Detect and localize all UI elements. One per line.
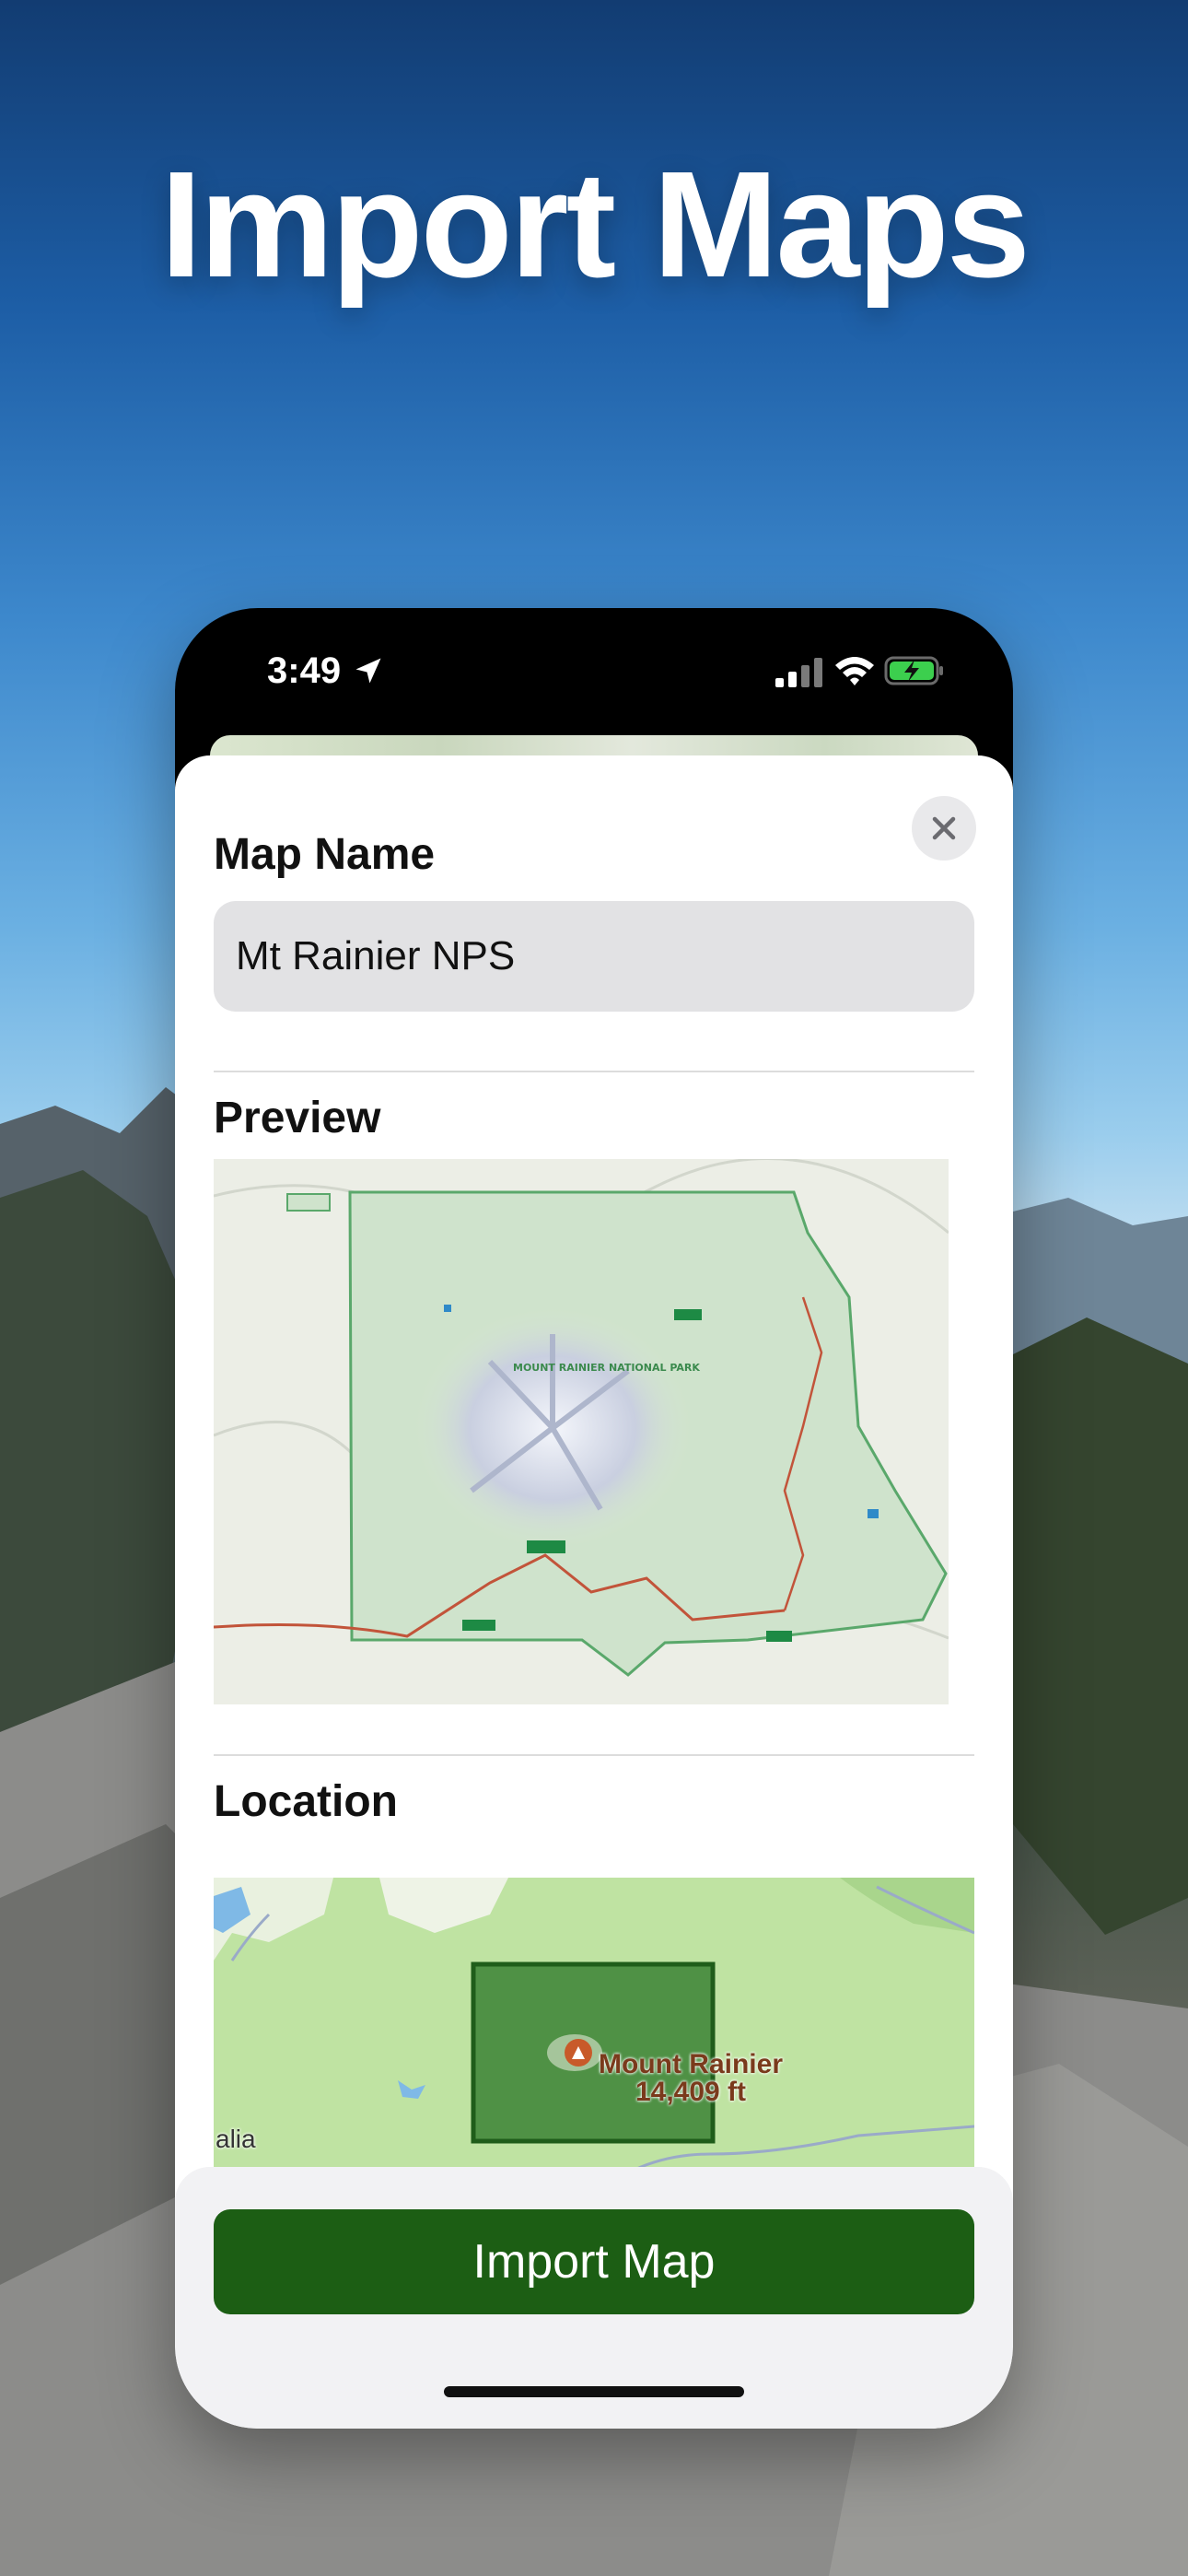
wifi-icon [835, 657, 874, 685]
poi-elevation: 14,409 ft [635, 2077, 747, 2107]
poi-label: Mount Rainier 14,409 ft [599, 2051, 783, 2106]
import-map-sheet: Map Name Preview MOUNT RAINIER NATIONAL … [175, 755, 1013, 2429]
headline: Import Maps [160, 140, 1031, 309]
status-bar: 3:49 [175, 608, 1013, 737]
close-icon [932, 816, 956, 840]
sheet-footer: Import Map [175, 2167, 1013, 2429]
location-map-graphic [214, 1878, 974, 2191]
cellular-signal-icon [775, 658, 822, 687]
location-map[interactable]: Mount Rainier 14,409 ft alia [214, 1878, 974, 2191]
divider [214, 1071, 974, 1072]
import-map-button[interactable]: Import Map [214, 2209, 974, 2314]
status-time: 3:49 [267, 650, 342, 691]
poi-name: Mount Rainier [599, 2049, 783, 2079]
battery-charging-icon [884, 656, 943, 685]
divider [214, 1754, 974, 1756]
phone-frame: 3:49 Map Name Mt Rainier NPS Preview MOU… [175, 608, 1013, 2429]
location-arrow-icon [355, 658, 381, 684]
map-preview-image: MOUNT RAINIER NATIONAL PARK [214, 1159, 949, 1704]
map-name-label: Map Name [214, 830, 436, 879]
close-button[interactable] [912, 796, 976, 861]
home-indicator [444, 2386, 744, 2397]
preview-map-title: MOUNT RAINIER NATIONAL PARK [513, 1362, 700, 1374]
map-name-field[interactable] [214, 901, 974, 1012]
preview-label: Preview [214, 1094, 381, 1142]
location-label: Location [214, 1777, 398, 1826]
map-place-label: alia [215, 2125, 256, 2153]
